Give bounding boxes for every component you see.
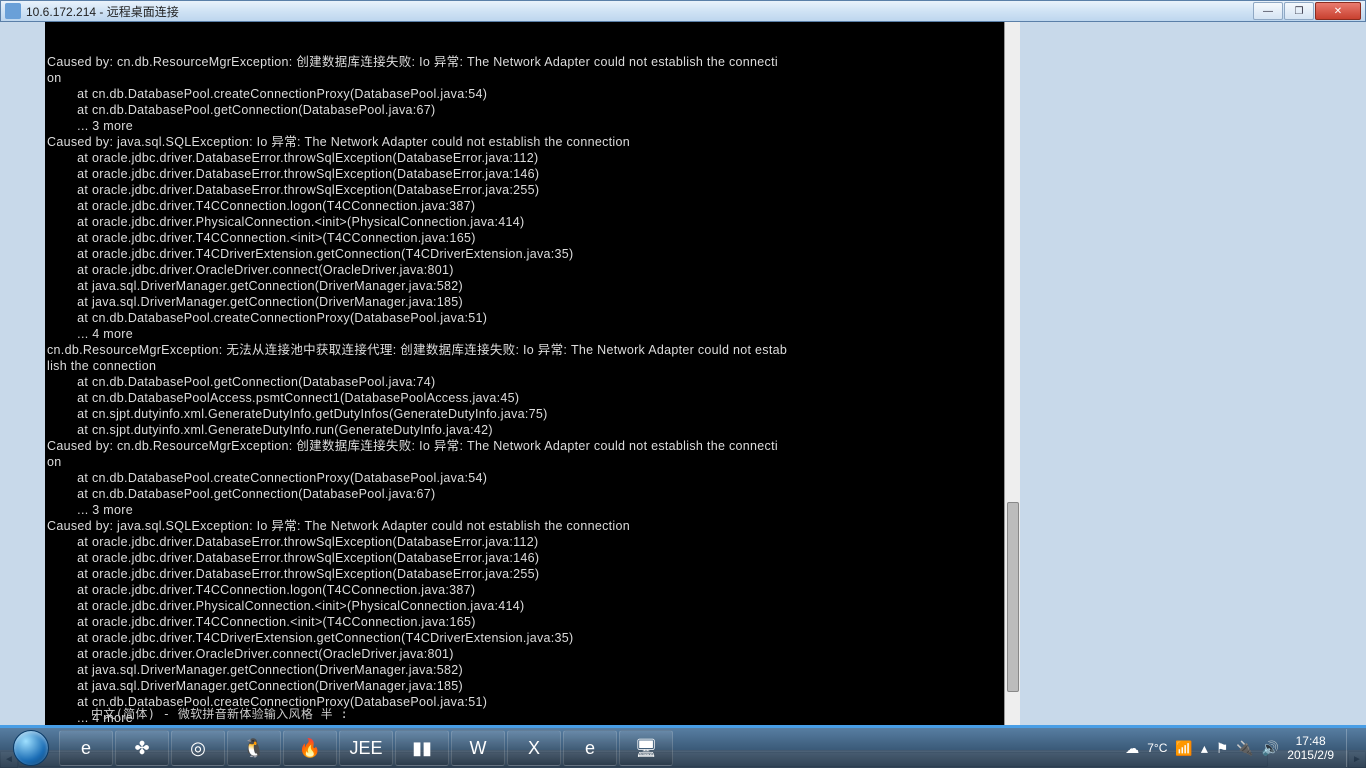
taskbar-app-button[interactable]: ▮▮ bbox=[395, 730, 449, 766]
show-desktop-button[interactable] bbox=[1346, 729, 1356, 767]
windows-orb-icon bbox=[13, 730, 49, 766]
flag-icon[interactable]: ⚑ bbox=[1216, 740, 1229, 757]
wifi-icon[interactable]: 📶 bbox=[1175, 740, 1192, 757]
taskbar-buttons: e✤◎🐧🔥JEE▮▮WXe🖥 bbox=[58, 730, 674, 766]
rdp-icon bbox=[5, 3, 21, 19]
taskbar-app-button[interactable]: 🔥 bbox=[283, 730, 337, 766]
taskbar-app-button[interactable]: ◎ bbox=[171, 730, 225, 766]
taskbar-app-button[interactable]: JEE bbox=[339, 730, 393, 766]
taskbar-app-button[interactable]: e bbox=[563, 730, 617, 766]
tray-expand-icon[interactable]: ▴ bbox=[1201, 740, 1208, 757]
taskbar-app-button[interactable]: W bbox=[451, 730, 505, 766]
maximize-button[interactable]: ❐ bbox=[1284, 2, 1314, 20]
clock-time: 17:48 bbox=[1287, 734, 1334, 748]
close-button[interactable]: ✕ bbox=[1315, 2, 1361, 20]
terminal-output: Caused by: cn.db.ResourceMgrException: 创… bbox=[45, 54, 1020, 725]
taskbar-app-button[interactable]: 🖥 bbox=[619, 730, 673, 766]
volume-icon[interactable]: 🔊 bbox=[1262, 740, 1279, 757]
rdp-window: 10.6.172.214 - 远程桌面连接 — ❐ ✕ Caused by: c… bbox=[0, 0, 1366, 725]
taskbar-app-button[interactable]: X bbox=[507, 730, 561, 766]
desktop: 👤Adminis...🖥计算机🌐网络🗑回收站⚙控制面板📊HP SysManage… bbox=[0, 0, 1366, 768]
clock-date: 2015/2/9 bbox=[1287, 748, 1334, 762]
power-icon[interactable]: 🔌 bbox=[1236, 740, 1253, 757]
window-controls: — ❐ ✕ bbox=[1253, 2, 1361, 20]
terminal[interactable]: Caused by: cn.db.ResourceMgrException: 创… bbox=[45, 22, 1020, 725]
taskbar-app-button[interactable]: ✤ bbox=[115, 730, 169, 766]
titlebar[interactable]: 10.6.172.214 - 远程桌面连接 — ❐ ✕ bbox=[0, 0, 1366, 22]
weather-icon[interactable]: ☁ bbox=[1125, 740, 1139, 757]
remote-desktop-area: Caused by: cn.db.ResourceMgrException: 创… bbox=[0, 22, 1366, 725]
start-button[interactable] bbox=[4, 729, 58, 767]
taskbar-app-button[interactable]: 🐧 bbox=[227, 730, 281, 766]
taskbar: e✤◎🐧🔥JEE▮▮WXe🖥 ☁ 7°C 📶 ▴ ⚑ 🔌 🔊 17:48 201… bbox=[0, 728, 1366, 768]
window-title: 10.6.172.214 - 远程桌面连接 bbox=[26, 3, 1253, 20]
minimize-button[interactable]: — bbox=[1253, 2, 1283, 20]
ime-status: 中文(简体) - 微软拼音新体验输入风格 半 : bbox=[91, 706, 348, 725]
terminal-scrollbar[interactable] bbox=[1004, 22, 1020, 725]
weather-temp[interactable]: 7°C bbox=[1147, 741, 1167, 755]
clock[interactable]: 17:48 2015/2/9 bbox=[1287, 734, 1334, 762]
scrollbar-thumb[interactable] bbox=[1007, 502, 1019, 692]
taskbar-app-button[interactable]: e bbox=[59, 730, 113, 766]
system-tray: ☁ 7°C 📶 ▴ ⚑ 🔌 🔊 17:48 2015/2/9 bbox=[1125, 729, 1362, 767]
